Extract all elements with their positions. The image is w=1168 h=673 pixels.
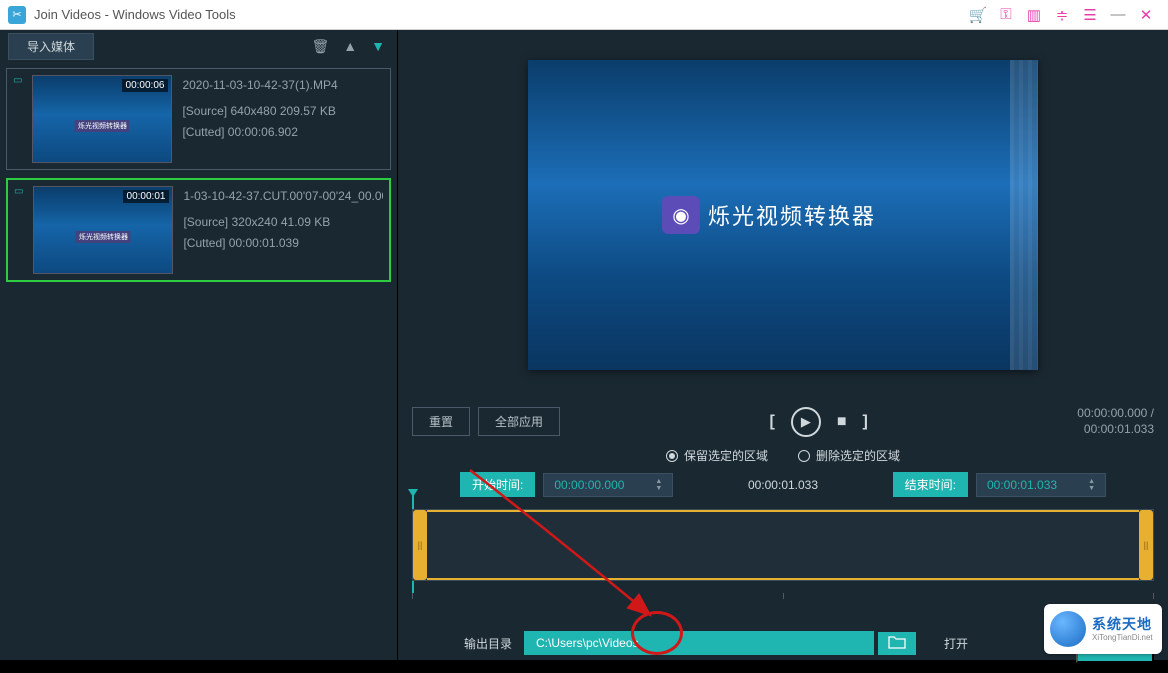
end-time-label: 结束时间: <box>893 472 968 497</box>
browse-folder-button[interactable] <box>878 632 916 655</box>
media-source-info: [Source] 320x240 41.09 KB <box>183 212 383 234</box>
key-icon[interactable]: ⚿ <box>992 4 1020 26</box>
media-filename: 2020-11-03-10-42-37(1).MP4 <box>182 75 384 97</box>
preview-logo-icon: ◉ <box>662 196 700 234</box>
watermark-title: 系统天地 <box>1092 616 1153 633</box>
move-up-icon[interactable]: ▲ <box>339 36 361 56</box>
close-button[interactable]: ✕ <box>1132 4 1160 26</box>
time-display: 00:00:00.000 / 00:00:01.033 <box>1077 406 1154 437</box>
media-list-item[interactable]: ▭ 00:00:06 烁光视频转换器 2020-11-03-10-42-37(1… <box>6 68 391 170</box>
shop-icon[interactable]: 🛒 <box>964 4 992 26</box>
radio-on-icon <box>666 450 678 462</box>
watermark-url: XiTongTianDi.net <box>1092 633 1153 643</box>
end-time-input[interactable]: 00:00:01.033 ▲▼ <box>976 473 1106 497</box>
move-down-icon[interactable]: ▼ <box>367 36 389 56</box>
clip-type-icon: ▭ <box>13 75 22 86</box>
delete-region-label: 删除选定的区域 <box>816 447 900 464</box>
mark-in-icon[interactable]: [ <box>769 413 774 431</box>
start-time-label: 开始时间: <box>460 472 535 497</box>
clip-type-icon: ▭ <box>14 186 23 197</box>
keep-region-radio[interactable]: 保留选定的区域 <box>666 447 768 464</box>
media-cutted-info: [Cutted] 00:00:06.902 <box>182 122 384 144</box>
timeline-track[interactable] <box>412 509 1154 581</box>
trim-handle-left[interactable] <box>413 510 427 580</box>
mark-out-icon[interactable]: ] <box>862 413 867 431</box>
trim-handle-right[interactable] <box>1139 510 1153 580</box>
play-button[interactable]: ▶ <box>791 407 821 437</box>
delete-region-radio[interactable]: 删除选定的区域 <box>798 447 900 464</box>
layout-icon[interactable]: ▥ <box>1020 4 1048 26</box>
media-sidebar: 导入媒体 🗑 ▲ ▼ ▭ 00:00:06 烁光视频转换器 2020-11-03… <box>0 30 398 660</box>
main-panel: ◉ 烁光视频转换器 重置 全部应用 [ ▶ ■ ] 00:00:00.000 /… <box>398 30 1168 660</box>
media-filename: 1-03-10-42-37.CUT.00'07-00'24_00.00.0 <box>183 186 383 208</box>
thumb-duration: 00:00:01 <box>123 190 170 203</box>
minimize-button[interactable]: — <box>1104 4 1132 26</box>
app-title: Join Videos - Windows Video Tools <box>34 7 236 22</box>
apply-all-button[interactable]: 全部应用 <box>478 407 560 436</box>
output-path-display[interactable]: C:\Users\pc\Videos <box>524 631 874 655</box>
reset-button[interactable]: 重置 <box>412 407 470 436</box>
thumb-label: 烁光视频转换器 <box>75 120 130 132</box>
watermark-badge: 系统天地 XiTongTianDi.net <box>1044 604 1162 654</box>
thumb-label: 烁光视频转换器 <box>76 231 131 243</box>
media-thumbnail: 00:00:06 烁光视频转换器 <box>32 75 172 163</box>
start-time-input[interactable]: 00:00:00.000 ▲▼ <box>543 473 673 497</box>
import-media-button[interactable]: 导入媒体 <box>8 33 94 60</box>
stop-button[interactable]: ■ <box>837 413 847 431</box>
open-folder-button[interactable]: 打开 <box>928 630 984 657</box>
watermark-globe-icon <box>1050 611 1086 647</box>
keep-region-label: 保留选定的区域 <box>684 447 768 464</box>
media-list-item[interactable]: ▭ 00:00:01 烁光视频转换器 1-03-10-42-37.CUT.00'… <box>6 178 391 282</box>
duration-display: 00:00:01.033 <box>681 478 884 492</box>
media-thumbnail: 00:00:01 烁光视频转换器 <box>33 186 173 274</box>
app-icon: ✂ <box>8 6 26 24</box>
delete-icon[interactable]: 🗑 <box>308 36 334 57</box>
preview-logo-text: 烁光视频转换器 <box>708 199 876 231</box>
radio-off-icon <box>798 450 810 462</box>
media-source-info: [Source] 640x480 209.57 KB <box>182 101 384 123</box>
settings-icon[interactable]: ≑ <box>1048 4 1076 26</box>
titlebar: ✂ Join Videos - Windows Video Tools 🛒 ⚿ … <box>0 0 1168 30</box>
output-dir-label: 输出目录 <box>412 635 512 652</box>
folder-icon <box>888 635 906 649</box>
video-preview[interactable]: ◉ 烁光视频转换器 <box>528 60 1038 370</box>
menu-icon[interactable]: ☰ <box>1076 4 1104 26</box>
thumb-duration: 00:00:06 <box>122 79 169 92</box>
timeline-selection <box>427 510 1139 580</box>
media-cutted-info: [Cutted] 00:00:01.039 <box>183 233 383 255</box>
